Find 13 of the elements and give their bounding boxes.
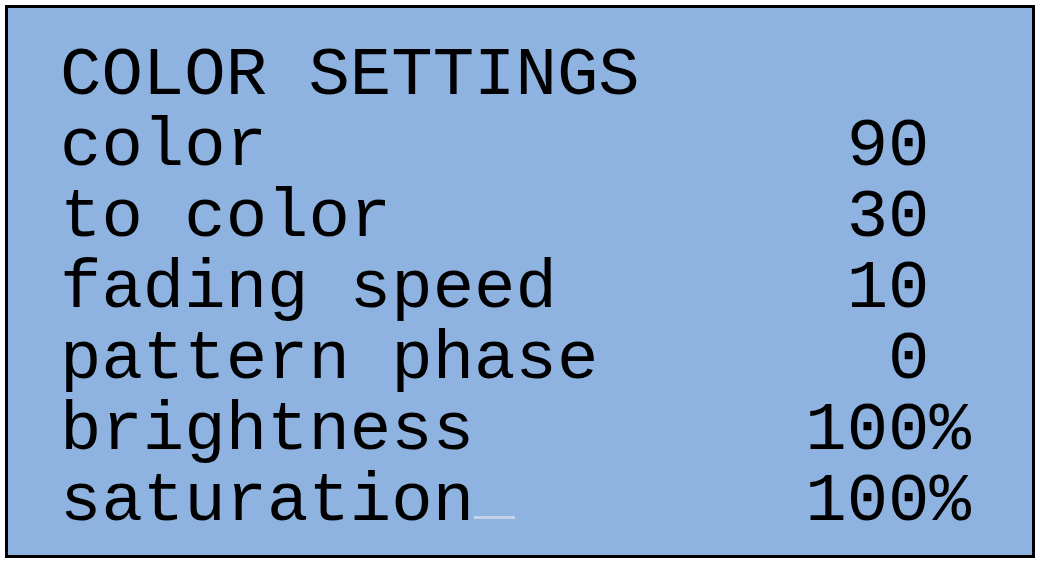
setting-label: saturation [60,467,475,538]
setting-label: to color [60,183,392,254]
setting-value: 30 [846,183,930,254]
setting-label: brightness [60,396,475,467]
setting-value: 100% [805,467,971,538]
setting-label: color [60,112,268,183]
setting-value: 90 [846,112,930,183]
setting-value: 10 [846,254,930,325]
screen-title: COLOR SETTINGS [60,41,640,112]
setting-label: pattern phase [60,325,599,396]
setting-value: 100% [805,396,971,467]
setting-value: 0 [888,325,930,396]
setting-label: fading speed [60,254,557,325]
